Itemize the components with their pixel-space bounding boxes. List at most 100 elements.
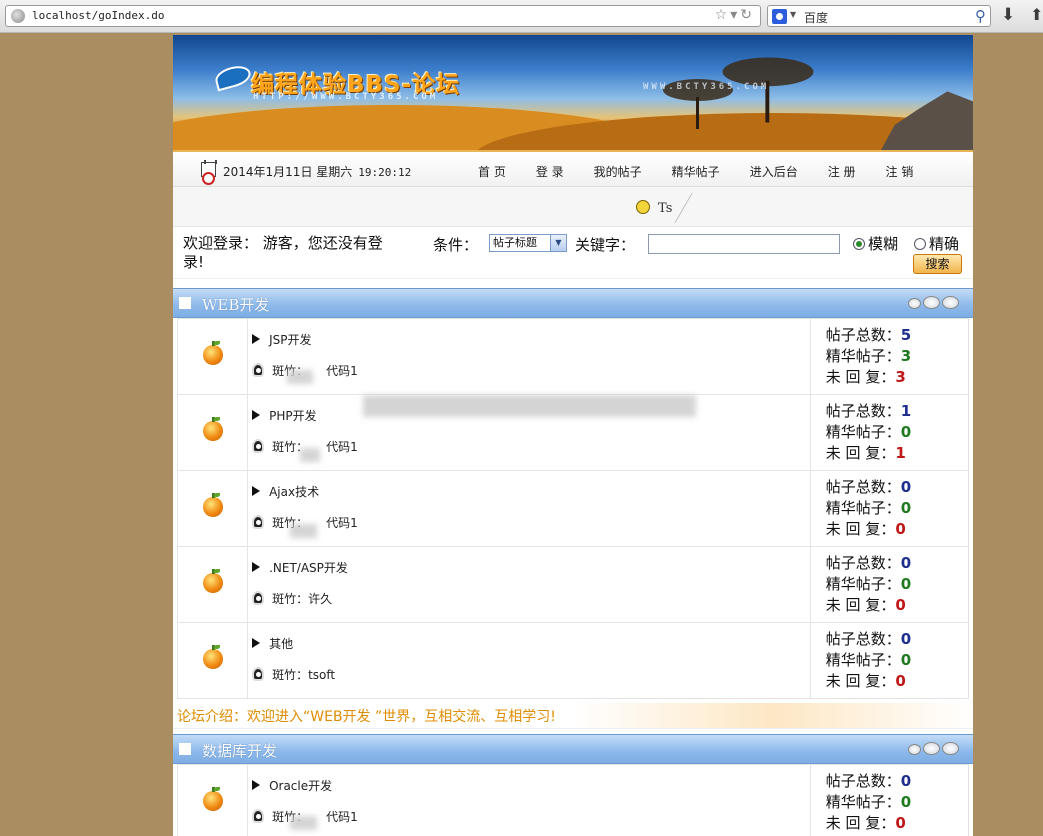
welcome-text: 欢迎登录： 游客，您还没有登录! — [183, 234, 383, 271]
forum-stats: 帖子总数：0 精华帖子：0 未 回 复：0 — [809, 546, 970, 623]
moderator-icon — [252, 515, 265, 529]
play-icon — [252, 562, 261, 572]
current-date: 2014年1月11日 星期六 19:20:12 — [223, 165, 412, 179]
banner-watermark: WWW.BCTY365.COM — [643, 82, 770, 92]
play-icon — [252, 780, 261, 790]
forum-stats: 帖子总数：0 精华帖子：0 未 回 复：0 — [809, 470, 970, 547]
nav-login[interactable]: 登 录 — [536, 163, 564, 180]
overflow-icon[interactable]: ⬆ — [1030, 5, 1043, 24]
nav-home[interactable]: 首 页 — [478, 163, 506, 180]
forum-row: 其他 斑竹：tsoft 帖子总数：0 精华帖子：0 未 回 复：0 — [176, 622, 970, 699]
download-icon[interactable]: ⬇ — [1001, 5, 1015, 25]
forum-orange-icon — [202, 340, 223, 365]
browser-toolbar: localhost/goIndex.do ☆▾↻ ▼ 百度 ⚲ ⬇ ⬆ — [0, 0, 1043, 33]
keyword-input[interactable] — [648, 234, 840, 254]
forum-stats: 帖子总数：1 精华帖子：0 未 回 复：1 — [809, 394, 970, 471]
globe-icon — [11, 9, 25, 23]
logo-url: HTTP://WWW.BCTY365.COM — [253, 92, 439, 102]
forum-link[interactable]: .NET/ASP开发 — [252, 559, 810, 575]
notice-text: Ts — [658, 201, 673, 216]
redaction-blur — [300, 448, 320, 462]
forum-stats: 帖子总数：0 精华帖子：0 未 回 复：0 — [809, 764, 970, 836]
notice-bar: Ts — [173, 187, 973, 227]
site-banner: 编程体验BBS-论坛 HTTP://WWW.BCTY365.COM WWW.BC… — [173, 35, 973, 150]
minimize-icon[interactable] — [908, 298, 921, 309]
radio-fuzzy[interactable]: 模糊 — [853, 233, 898, 254]
keyword-label: 关键字： — [575, 236, 636, 254]
section-header: 数据库开发 — [173, 734, 973, 764]
search-icon[interactable]: ⚲ — [975, 7, 986, 25]
maximize-icon[interactable] — [923, 742, 940, 755]
radio-checked-icon[interactable] — [853, 237, 865, 250]
main-nav: 2014年1月11日 星期六 19:20:12 首 页 登 录 我的帖子 精华帖子… — [173, 150, 973, 187]
play-icon — [252, 486, 261, 496]
condition-select-value[interactable]: 帖子标题 — [493, 236, 537, 249]
chevron-down-icon[interactable]: ▼ — [790, 10, 796, 19]
moderator: 斑竹： 代码1 — [252, 437, 810, 455]
section-title[interactable]: WEB开发 — [202, 294, 269, 315]
forum-link[interactable]: JSP开发 — [252, 331, 810, 347]
close-icon[interactable] — [942, 296, 959, 309]
nav-logout[interactable]: 注 销 — [886, 163, 914, 180]
chevron-down-icon[interactable]: ▼ — [550, 235, 566, 251]
search-engine-name[interactable]: 百度 — [804, 9, 828, 26]
browser-search-bar[interactable]: ▼ 百度 ⚲ — [767, 5, 991, 27]
forum-orange-icon — [202, 492, 223, 517]
address-bar[interactable]: localhost/goIndex.do ☆▾↻ — [5, 5, 761, 27]
forum-link[interactable]: Oracle开发 — [252, 777, 810, 793]
radio-unchecked-icon[interactable] — [914, 237, 926, 250]
baidu-icon[interactable] — [772, 9, 787, 24]
url-text[interactable]: localhost/goIndex.do — [32, 9, 164, 22]
close-icon[interactable] — [942, 742, 959, 755]
moderator: 斑竹：tsoft — [252, 665, 810, 683]
section-header: WEB开发 — [173, 288, 973, 318]
collapse-box-icon[interactable] — [179, 743, 191, 755]
window-buttons — [906, 742, 959, 755]
moderator-icon — [252, 809, 265, 823]
nav-links: 首 页 登 录 我的帖子 精华帖子 进入后台 注 册 注 销 — [478, 163, 913, 180]
moderator: 斑竹： 代码1 — [252, 361, 810, 379]
collapse-box-icon[interactable] — [179, 297, 191, 309]
condition-select[interactable]: 帖子标题 ▼ — [489, 234, 567, 252]
radio-exact[interactable]: 精确 — [914, 233, 959, 254]
calendar-icon — [201, 160, 217, 185]
forum-orange-icon — [202, 568, 223, 593]
window-buttons — [906, 296, 959, 309]
forum-orange-icon — [202, 786, 223, 811]
moderator: 斑竹： 代码1 — [252, 513, 810, 531]
nav-elite-posts[interactable]: 精华帖子 — [672, 163, 720, 180]
logo-icon — [213, 62, 253, 92]
maximize-icon[interactable] — [923, 296, 940, 309]
condition-label: 条件： — [433, 236, 479, 254]
redaction-blur — [290, 524, 317, 538]
forum-link[interactable]: Ajax技术 — [252, 483, 810, 499]
forum-link[interactable]: 其他 — [252, 635, 810, 651]
minimize-icon[interactable] — [908, 744, 921, 755]
play-icon — [252, 410, 261, 420]
redaction-blur — [363, 395, 696, 417]
forum-row: .NET/ASP开发 斑竹：许久 帖子总数：0 精华帖子：0 未 回 复：0 — [176, 546, 970, 623]
moderator-icon — [252, 667, 265, 681]
nav-register[interactable]: 注 册 — [828, 163, 856, 180]
login-search-bar: 欢迎登录： 游客，您还没有登录! 条件： 帖子标题 ▼ 关键字： 模糊 精确 搜… — [173, 227, 973, 279]
forum-stats: 帖子总数：0 精华帖子：0 未 回 复：0 — [809, 622, 970, 699]
moderator: 斑竹： 代码1 — [252, 807, 810, 825]
redaction-blur — [290, 816, 317, 830]
section-title[interactable]: 数据库开发 — [202, 740, 277, 761]
bookmark-star-icon[interactable]: ☆▾↻ — [715, 7, 755, 23]
redaction-blur — [287, 370, 313, 384]
bbs-page: 编程体验BBS-论坛 HTTP://WWW.BCTY365.COM WWW.BC… — [173, 35, 973, 836]
forum-stats: 帖子总数：5 精华帖子：3 未 回 复：3 — [809, 318, 970, 395]
play-icon — [252, 638, 261, 648]
nav-admin[interactable]: 进入后台 — [750, 163, 798, 180]
moderator: 斑竹：许久 — [252, 589, 810, 607]
moderator-icon — [252, 591, 265, 605]
nav-my-posts[interactable]: 我的帖子 — [594, 163, 642, 180]
current-time: 19:20:12 — [358, 166, 412, 179]
forum-orange-icon — [202, 644, 223, 669]
moderator-icon — [252, 363, 265, 377]
user-icon — [636, 200, 650, 214]
forum-orange-icon — [202, 416, 223, 441]
search-button[interactable]: 搜索 — [913, 254, 962, 274]
section-intro: 论坛介绍：欢迎进入“WEB开发 ”世界，互相交流、互相学习! — [173, 703, 973, 729]
